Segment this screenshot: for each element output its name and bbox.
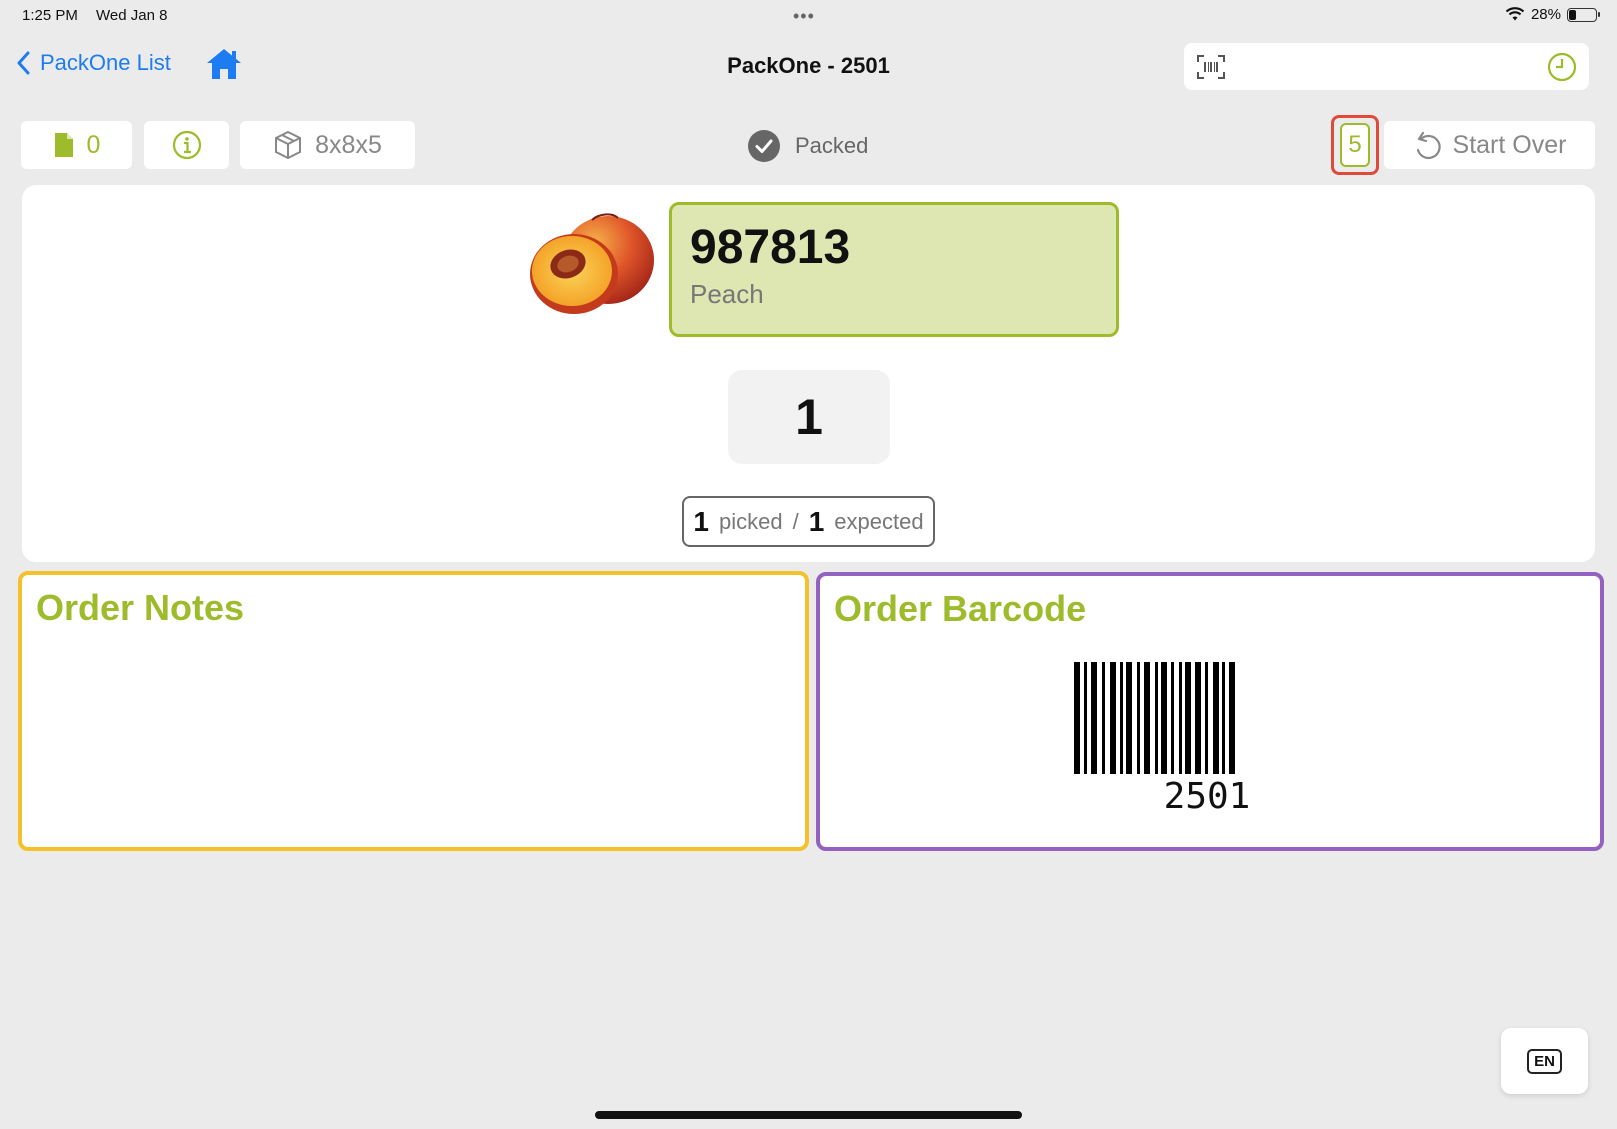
barcode-bar	[1161, 662, 1167, 774]
home-indicator	[595, 1111, 1022, 1119]
status-right: 28%	[1505, 6, 1600, 23]
start-over-label: Start Over	[1452, 130, 1567, 159]
barcode-bar	[1195, 662, 1201, 774]
product-image	[522, 210, 658, 327]
barcode-bar	[1171, 662, 1174, 774]
navigation-bar: PackOne List PackOne - 2501	[0, 40, 1617, 92]
toolbar: 0 8x8x5 Packed 5 Start Over	[0, 115, 1617, 175]
picked-count: 1	[693, 505, 709, 537]
info-icon	[172, 130, 201, 160]
product-name: Peach	[690, 279, 764, 310]
sku-number: 987813	[690, 221, 851, 274]
documents-button[interactable]: 0	[21, 121, 132, 169]
status-date: Wed Jan 8	[96, 7, 168, 24]
order-notes-title: Order Notes	[36, 587, 245, 628]
item-count: 5	[1340, 123, 1370, 167]
barcode-bar	[1144, 662, 1150, 774]
quantity-box[interactable]: 1	[728, 370, 890, 464]
order-barcode-card: Order Barcode 2501	[816, 572, 1604, 851]
order-barcode-title: Order Barcode	[834, 588, 1087, 629]
scan-input[interactable]	[1236, 56, 1537, 77]
picked-label: picked	[718, 508, 783, 534]
barcode-bar	[1205, 662, 1208, 774]
pick-separator: /	[792, 508, 799, 534]
box-icon	[275, 130, 302, 160]
status-packed: Packed	[747, 129, 868, 163]
status-label: Packed	[795, 133, 869, 158]
language-label: EN	[1527, 1048, 1562, 1074]
checkmark-circle-icon	[748, 130, 780, 162]
battery-percent: 28%	[1530, 6, 1561, 23]
language-button[interactable]: EN	[1501, 1028, 1588, 1094]
rotate-left-icon	[1416, 131, 1441, 160]
pick-progress: 1 picked / 1 expected	[682, 496, 935, 547]
barcode-bar	[1229, 662, 1235, 774]
item-count-button[interactable]: 5	[1331, 115, 1379, 175]
battery-icon	[1567, 7, 1600, 22]
order-notes-card: Order Notes	[18, 571, 809, 851]
barcode-bar	[1120, 662, 1123, 774]
multitasking-dots-icon[interactable]: •••	[793, 6, 815, 27]
expected-label: expected	[834, 508, 924, 534]
peach-image	[530, 213, 654, 314]
sku-box: 987813 Peach	[669, 202, 1119, 337]
barcode-bar	[1213, 662, 1219, 774]
barcode-bar	[1222, 662, 1225, 774]
document-icon	[54, 133, 73, 157]
barcode-bar	[1185, 662, 1191, 774]
barcode-bar	[1110, 662, 1116, 774]
start-over-button[interactable]: Start Over	[1384, 121, 1595, 169]
barcode-bar	[1179, 662, 1182, 774]
documents-count: 0	[86, 130, 101, 159]
box-size-label: 8x8x5	[315, 130, 382, 159]
barcode-image	[1074, 662, 1235, 774]
barcode-bar	[1084, 662, 1087, 774]
expected-count: 1	[808, 505, 825, 537]
clock-icon[interactable]	[1547, 52, 1577, 82]
barcode-bar	[1074, 662, 1080, 774]
barcode-value: 2501	[1163, 776, 1251, 817]
barcode-bar	[1102, 662, 1105, 774]
item-card: 987813 Peach 1 1 picked / 1 expected	[22, 185, 1595, 562]
status-bar: 1:25 PM Wed Jan 8 ••• 28%	[0, 0, 1617, 34]
barcode-bar	[1126, 662, 1132, 774]
wifi-icon	[1505, 7, 1525, 21]
scan-field[interactable]	[1184, 43, 1589, 90]
status-time: 1:25 PM	[22, 7, 78, 24]
barcode-scan-icon[interactable]	[1196, 54, 1226, 80]
barcode-bar	[1155, 662, 1158, 774]
info-button[interactable]	[144, 121, 229, 169]
box-size-button[interactable]: 8x8x5	[240, 121, 415, 169]
barcode-bar	[1137, 662, 1140, 774]
barcode-bar	[1091, 662, 1097, 774]
